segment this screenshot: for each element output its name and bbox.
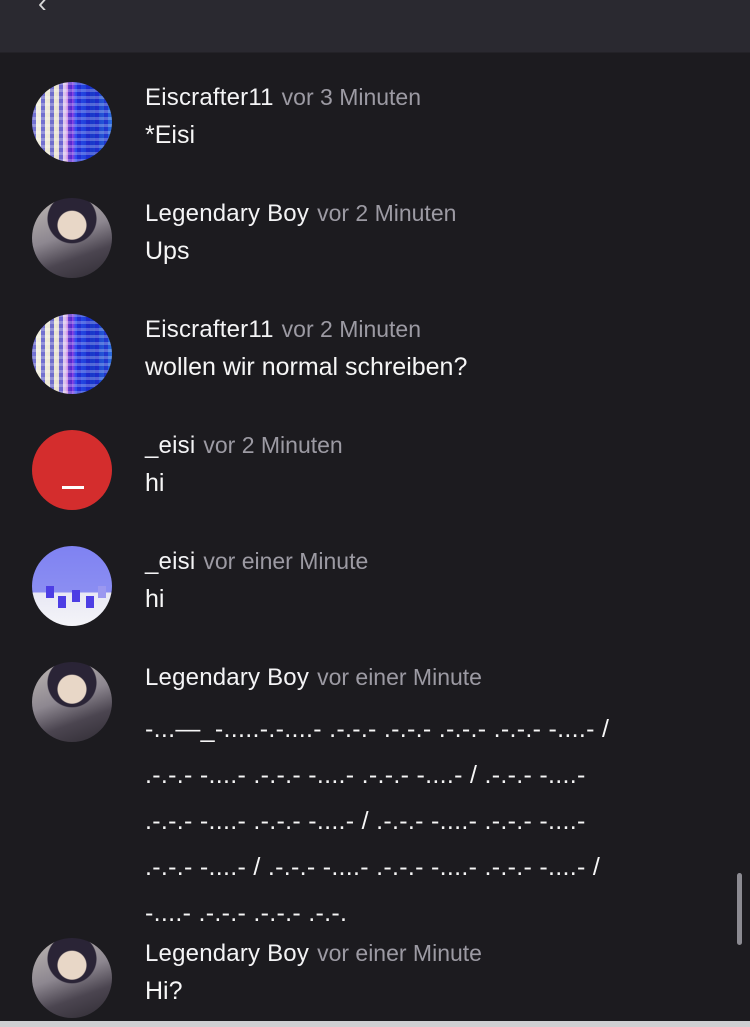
message-text: hi (145, 585, 165, 613)
author-name[interactable]: Legendary Boy (145, 200, 309, 227)
chat-message: _eisi vor 2 Minuten hi (0, 430, 740, 520)
user-avatar[interactable] (32, 82, 112, 162)
message-header: Legendary Boy vor einer Minute (145, 664, 482, 692)
message-timestamp: vor 3 Minuten (281, 84, 422, 110)
message-text: hi (145, 469, 165, 497)
message-timestamp: vor 2 Minuten (281, 316, 422, 342)
message-timestamp: vor einer Minute (317, 664, 482, 690)
message-timestamp: vor 2 Minuten (203, 432, 343, 458)
avatar-initial (62, 486, 84, 489)
user-avatar[interactable] (32, 662, 112, 742)
user-avatar[interactable] (32, 198, 112, 278)
chat-message: Eiscrafter11 vor 3 Minuten *Eisi (0, 82, 740, 172)
chat-message: _eisi vor einer Minute hi (0, 546, 740, 636)
message-header: Legendary Boy vor 2 Minuten (145, 200, 456, 228)
message-header: _eisi vor einer Minute (145, 548, 368, 576)
chat-message: Eiscrafter11 vor 2 Minuten wollen wir nor… (0, 314, 740, 404)
user-avatar[interactable] (32, 546, 112, 626)
message-timestamp: vor 2 Minuten (317, 200, 457, 226)
bottom-edge (0, 1021, 750, 1027)
message-text: *Eisi (145, 121, 196, 149)
message-timestamp: vor einer Minute (317, 940, 482, 966)
chat-message: Legendary Boy vor einer Minute Hi? (0, 938, 740, 1022)
message-text: wollen wir normal schreiben? (145, 353, 468, 381)
chat-message: Legendary Boy vor einer Minute -...—_-...… (0, 662, 740, 927)
user-avatar[interactable] (32, 314, 112, 394)
chat-feed[interactable]: Eiscrafter11 vor 3 Minuten *Eisi Legendar… (0, 52, 750, 1021)
user-avatar[interactable] (32, 430, 112, 510)
message-header: Eiscrafter11 vor 3 Minuten (145, 84, 421, 112)
author-name[interactable]: Legendary Boy (145, 940, 309, 967)
scrollbar-thumb[interactable] (737, 873, 742, 945)
back-chevron-icon[interactable]: ‹ (38, 0, 60, 16)
top-bar: ‹ (0, 0, 750, 53)
chat-message: Legendary Boy vor 2 Minuten Ups (0, 198, 740, 288)
message-header: Legendary Boy vor einer Minute (145, 940, 482, 968)
author-name[interactable]: _eisi (145, 548, 195, 575)
message-header: _eisi vor 2 Minuten (145, 432, 343, 460)
message-text: Ups (145, 237, 190, 265)
user-avatar[interactable] (32, 938, 112, 1018)
author-name[interactable]: Legendary Boy (145, 664, 309, 691)
message-text: Hi? (145, 977, 183, 1005)
author-name[interactable]: Eiscrafter11 (145, 316, 274, 343)
message-text: -...—_-.....-.-....- .-.-.- .-.-.- .-.-.… (145, 715, 610, 927)
author-name[interactable]: _eisi (145, 432, 195, 459)
message-timestamp: vor einer Minute (203, 548, 369, 574)
author-name[interactable]: Eiscrafter11 (145, 84, 274, 111)
message-header: Eiscrafter11 vor 2 Minuten (145, 316, 421, 344)
